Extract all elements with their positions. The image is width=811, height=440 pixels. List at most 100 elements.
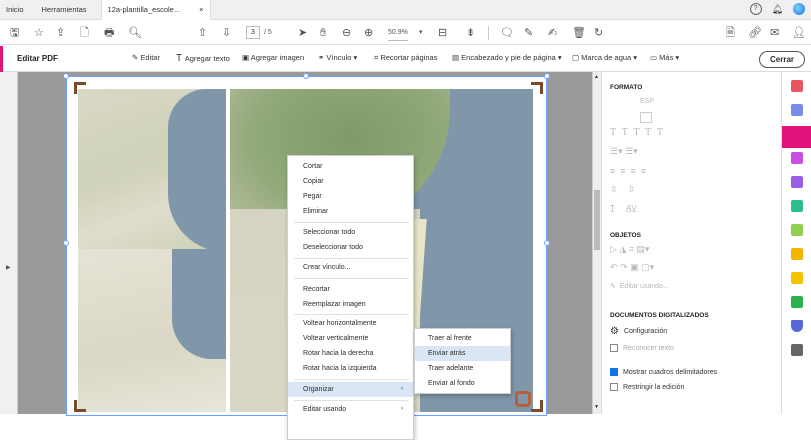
- pen-icon[interactable]: ✎: [524, 21, 533, 45]
- menu-item-voltear-horizontal[interactable]: Voltear horizontalmente: [288, 316, 413, 331]
- menu-item-rotar-izquierda[interactable]: Rotar hacia la izquierda: [288, 361, 413, 376]
- configuracion-button[interactable]: ⚙ Configuración: [610, 326, 667, 337]
- mostrar-checkbox[interactable]: Mostrar cuadros delimitadores: [610, 368, 717, 376]
- bell-icon[interactable]: 🔔︎: [772, 4, 783, 15]
- star-icon[interactable]: ☆: [34, 21, 44, 45]
- spacing-icons[interactable]: ⇳ ⇳: [610, 184, 635, 195]
- scroll-up-icon[interactable]: ▲: [594, 74, 599, 80]
- header-footer-button[interactable]: ▤ Encabezado y pie de página ▾: [452, 53, 562, 62]
- color-icon[interactable]: [640, 112, 652, 123]
- resize-handle[interactable]: [63, 240, 69, 246]
- resize-handle[interactable]: [63, 73, 69, 79]
- menu-item-rotar-derecha[interactable]: Rotar hacia la derecha: [288, 346, 413, 361]
- edit-pdf-icon[interactable]: [782, 126, 811, 148]
- reconocer-checkbox[interactable]: Reconocer texto: [610, 344, 674, 352]
- submenu-item-traer-adelante[interactable]: Traer adelante: [415, 361, 510, 376]
- sign-icon[interactable]: ✍︎: [548, 21, 557, 45]
- fill-sign-icon[interactable]: [791, 176, 803, 188]
- combine-icon[interactable]: [791, 152, 803, 164]
- tab-document[interactable]: 12a-plantilla_escole... ×: [100, 0, 211, 20]
- object-icons-row1[interactable]: ▷ ◮ ⌗ ▤▾: [610, 244, 649, 255]
- delete-icon[interactable]: 🗑︎: [572, 21, 586, 45]
- menu-item-cortar[interactable]: Cortar: [288, 159, 413, 174]
- more-button[interactable]: ▭ Más ▾: [650, 53, 679, 62]
- add-text-button[interactable]: T Agregar texto: [176, 53, 230, 64]
- save-icon[interactable]: 🖫: [10, 21, 19, 45]
- zoom-dropdown-icon[interactable]: ▾: [419, 21, 423, 45]
- export-icon[interactable]: [791, 200, 803, 212]
- restringir-checkbox[interactable]: Restringir la edición: [610, 383, 684, 391]
- tab-herramientas[interactable]: Herramientas: [36, 0, 93, 20]
- menu-item-deseleccionar-todo[interactable]: Deseleccionar todo: [288, 240, 413, 255]
- menu-item-eliminar[interactable]: Eliminar: [288, 204, 413, 219]
- account-icon[interactable]: 👤︎: [792, 21, 806, 45]
- next-page-icon[interactable]: ⇩: [222, 21, 231, 45]
- help-icon[interactable]: ?: [749, 3, 762, 15]
- submenu-item-enviar-al-fondo[interactable]: Enviar al fondo: [415, 376, 510, 391]
- select-tool-icon[interactable]: ➤: [298, 21, 307, 45]
- left-pane-toggle[interactable]: ▶: [0, 72, 18, 414]
- avatar[interactable]: [793, 3, 805, 15]
- page-number-input[interactable]: 3: [246, 26, 260, 39]
- editar-usando-dropdown[interactable]: ✎ Editar usando...: [610, 282, 669, 290]
- zoom-out-icon[interactable]: ⊖: [342, 21, 351, 45]
- organize-pages-icon[interactable]: [791, 224, 803, 236]
- resize-handle[interactable]: [544, 240, 550, 246]
- crop-pages-button[interactable]: ⌗ Recortar páginas: [374, 53, 437, 63]
- restringir-box: [610, 383, 618, 391]
- menu-item-voltear-vertical[interactable]: Voltear verticalmente: [288, 331, 413, 346]
- edit-button[interactable]: ✎ Editar: [132, 53, 160, 62]
- comment-tool-icon[interactable]: [791, 272, 803, 284]
- align-icons[interactable]: ≡ ≡ ≡ ≡: [610, 166, 646, 176]
- share-file-icon[interactable]: 🗎: [726, 21, 735, 45]
- close-button[interactable]: Cerrar: [759, 51, 805, 68]
- print-production-icon[interactable]: [791, 296, 803, 308]
- object-icons-row2[interactable]: ↶ ↷ ▣ ▢▾: [610, 262, 654, 273]
- resize-handle[interactable]: [544, 73, 550, 79]
- scroll-thumb[interactable]: [594, 190, 600, 250]
- zoom-level[interactable]: 50.9%: [388, 25, 408, 41]
- resize-handle[interactable]: [303, 73, 309, 79]
- fit-page-icon[interactable]: ⊟: [438, 21, 447, 45]
- vertical-scrollbar[interactable]: ▲ ▼: [592, 72, 601, 414]
- print-icon[interactable]: 🖶: [104, 21, 114, 45]
- upload-icon[interactable]: ⇪: [56, 21, 65, 45]
- menu-item-editar-usando[interactable]: Editar usando ›: [288, 402, 413, 417]
- zoom-in-icon[interactable]: ⊕: [364, 21, 373, 45]
- rotate-icon[interactable]: ↻: [594, 21, 603, 45]
- mail-icon[interactable]: ✉: [770, 21, 779, 45]
- search-icon[interactable]: 🔍︎: [128, 21, 142, 45]
- text-style-icons[interactable]: T T T T T: [610, 128, 663, 138]
- tab-inicio[interactable]: Inicio: [0, 0, 30, 20]
- create-pdf-icon[interactable]: [791, 104, 803, 116]
- menu-item-pegar[interactable]: Pegar: [288, 189, 413, 204]
- scale-icons[interactable]: T̲ A̲V̲: [610, 204, 637, 213]
- menu-item-reemplazar-imagen[interactable]: Reemplazar imagen: [288, 297, 413, 312]
- export-pdf-icon[interactable]: [791, 80, 803, 92]
- scroll-mode-icon[interactable]: ⇟: [466, 21, 475, 45]
- link-icon[interactable]: 🔗︎: [748, 21, 762, 45]
- protect-icon[interactable]: [791, 320, 803, 332]
- more-tools-icon[interactable]: [791, 344, 803, 356]
- submenu-item-traer-al-frente[interactable]: Traer al frente: [415, 331, 510, 346]
- add-image-button[interactable]: ▣ Agregar imagen: [242, 53, 304, 62]
- submenu-item-enviar-atras[interactable]: Enviar atrás: [415, 346, 510, 361]
- list-icons[interactable]: ☰▾ ☰▾: [610, 146, 638, 157]
- scan-icon[interactable]: [791, 248, 803, 260]
- menu-item-recortar[interactable]: Recortar: [288, 282, 413, 297]
- link-button[interactable]: ⚭ Vínculo ▾: [318, 53, 357, 62]
- menu-item-copiar[interactable]: Copiar: [288, 174, 413, 189]
- hand-tool-icon[interactable]: ✋︎: [320, 21, 326, 45]
- file-icon[interactable]: 🗋: [80, 21, 89, 45]
- crop-pages-label: Recortar páginas: [380, 53, 438, 62]
- prev-page-icon[interactable]: ⇧: [198, 21, 207, 45]
- menu-item-crear-vinculo[interactable]: Crear vínculo...: [288, 260, 413, 275]
- watermark-button[interactable]: ▢ Marca de agua ▾: [572, 53, 637, 62]
- scroll-down-icon[interactable]: ▼: [594, 404, 599, 410]
- tab-document-label: 12a-plantilla_escole...: [107, 4, 181, 14]
- font-dropdown[interactable]: ESP: [640, 98, 654, 105]
- menu-item-organizar[interactable]: Organizar ›: [288, 382, 413, 397]
- comment-icon[interactable]: 🗨︎: [500, 21, 514, 45]
- close-tab-icon[interactable]: ×: [199, 0, 203, 20]
- menu-item-seleccionar-todo[interactable]: Seleccionar todo: [288, 225, 413, 240]
